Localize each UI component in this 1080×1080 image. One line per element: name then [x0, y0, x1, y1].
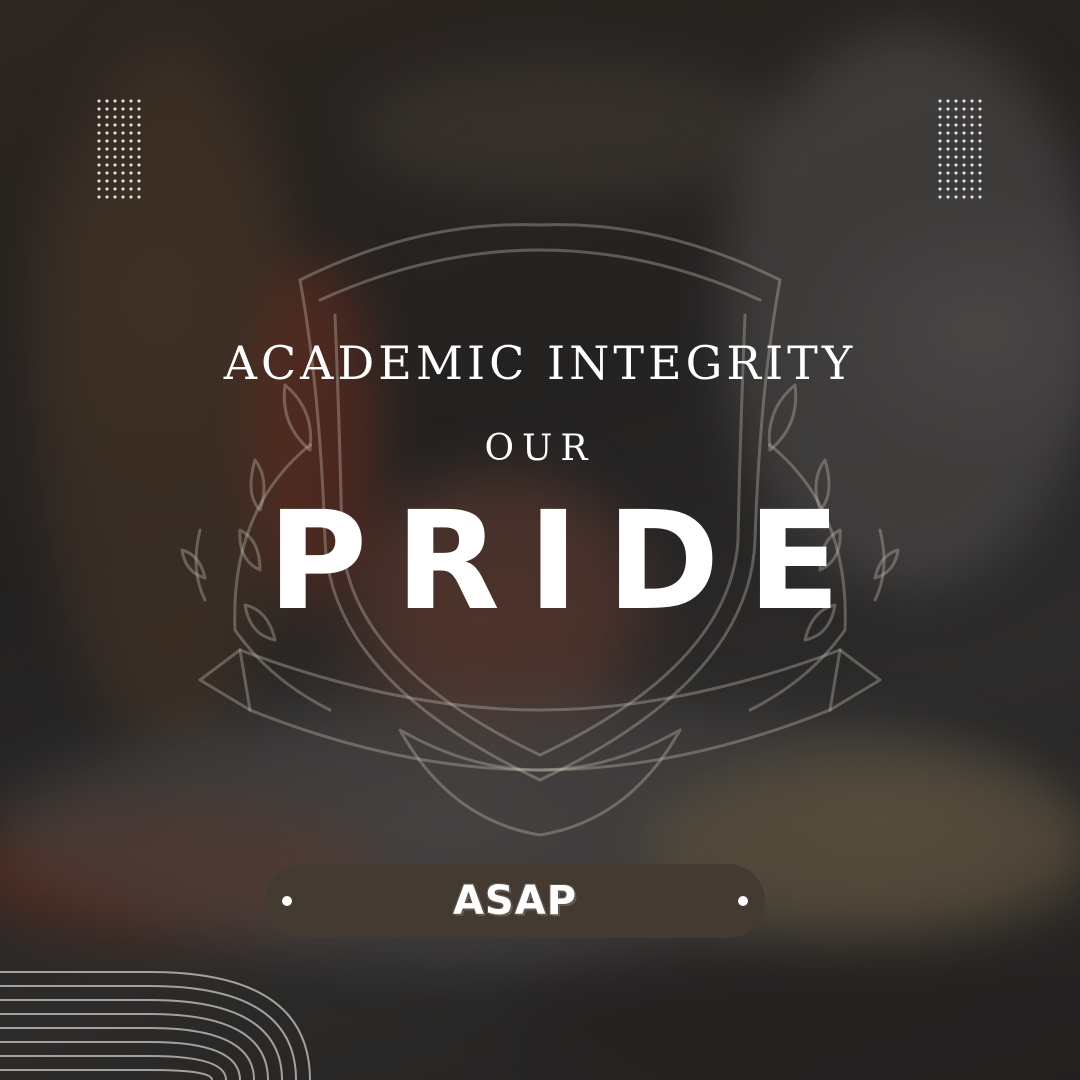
bullet-dot-icon [738, 896, 748, 906]
badge-label: ASAP [452, 878, 578, 924]
dot-grid-icon [95, 97, 143, 201]
poster-canvas: ACADEMIC INTEGRITY OUR PRIDE ASAP [0, 0, 1080, 1080]
title-line-our: OUR [484, 428, 596, 469]
asap-badge: ASAP [265, 864, 765, 938]
title-line-academic-integrity: ACADEMIC INTEGRITY [223, 336, 857, 390]
title-line-pride: PRIDE [267, 483, 869, 641]
concentric-arcs-icon [0, 971, 311, 1080]
dot-grid-icon [936, 97, 984, 201]
